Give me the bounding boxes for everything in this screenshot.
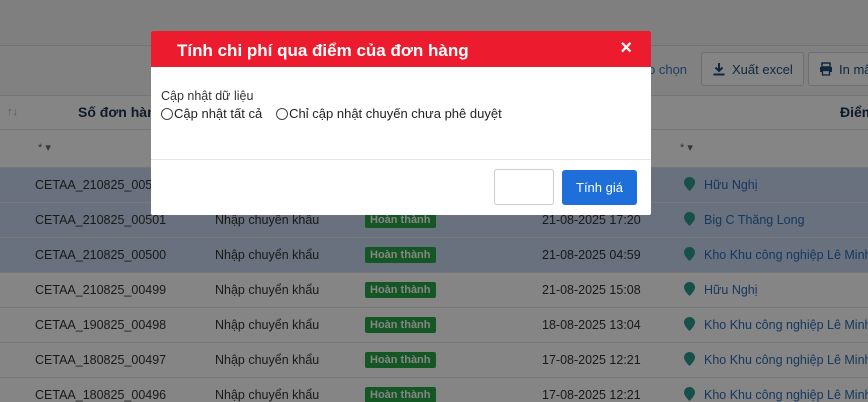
update-options: Cập nhật tất cả Chỉ cập nhật chuyến chưa… xyxy=(161,106,641,121)
radio-update-unapproved[interactable] xyxy=(276,107,289,120)
dialog-title: Tính chi phí qua điểm của đơn hàng xyxy=(177,41,469,60)
update-data-label: Cập nhật dữ liệu xyxy=(161,89,254,103)
option-update-all-label: Cập nhật tất cả xyxy=(174,106,263,121)
calc-cost-dialog: Tính chi phí qua điểm của đơn hàng × Cập… xyxy=(151,31,651,215)
radio-update-all[interactable] xyxy=(161,107,173,120)
option-update-all[interactable]: Cập nhật tất cả xyxy=(161,106,262,121)
dialog-footer: Tính giá xyxy=(151,160,651,215)
option-update-unapproved-label: Chỉ cập nhật chuyến chưa phê duyệt xyxy=(289,106,502,121)
dialog-header: Tính chi phí qua điểm của đơn hàng × xyxy=(151,31,651,67)
value-input[interactable] xyxy=(494,169,554,205)
close-icon[interactable]: × xyxy=(620,37,632,59)
option-update-unapproved[interactable]: Chỉ cập nhật chuyến chưa phê duyệt xyxy=(276,106,502,121)
dialog-body: Cập nhật dữ liệu Cập nhật tất cả Chỉ cập… xyxy=(151,67,651,160)
calculate-price-button[interactable]: Tính giá xyxy=(562,170,637,205)
